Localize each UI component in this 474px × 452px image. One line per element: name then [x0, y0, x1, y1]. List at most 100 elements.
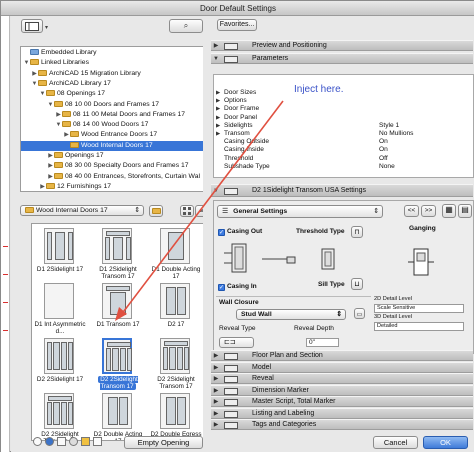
- library-item[interactable]: D2 2Sidelight Transom 17: [32, 391, 88, 440]
- disclosure-triangle-icon[interactable]: ▶: [216, 122, 220, 130]
- globe-icon[interactable]: [45, 437, 54, 446]
- object-thumbnail-grid[interactable]: D1 2Sidelight 17 D1 2Sidelight Transom 17…: [31, 223, 206, 441]
- object-icon[interactable]: [57, 437, 66, 446]
- parameter-row[interactable]: ▶ Sidelights Style 1: [214, 122, 473, 130]
- section-header[interactable]: ▶ Master Script, Total Marker: [211, 396, 473, 407]
- sill-type-button[interactable]: ⊔: [351, 278, 363, 290]
- library-tree[interactable]: Embedded Library ▼ Linked Libraries ▶ ArchiC…: [20, 46, 208, 192]
- reveal-depth-field[interactable]: 0": [306, 338, 339, 347]
- section-header[interactable]: ▶ Reveal: [211, 373, 473, 384]
- casing-in-checkbox[interactable]: ✓: [218, 284, 225, 291]
- parameter-row[interactable]: Threshold Off: [214, 155, 473, 163]
- parameter-row[interactable]: Subshade Type None: [214, 163, 473, 171]
- parameter-row[interactable]: ▶ Transom No Mullions: [214, 130, 473, 138]
- library-item[interactable]: D2 2Sidelight Transom 17: [148, 336, 204, 390]
- page-layout-alt-button[interactable]: ▤: [458, 204, 472, 218]
- disclosure-triangle-icon[interactable]: ▶: [47, 172, 54, 182]
- document-icon[interactable]: [93, 437, 102, 446]
- folder-icon: [62, 121, 71, 128]
- parameter-row[interactable]: ▶ Door Frame: [214, 105, 473, 113]
- disclosure-triangle-icon[interactable]: ▶: [216, 89, 220, 97]
- disclosure-triangle-icon[interactable]: ▶: [63, 130, 70, 140]
- tree-item[interactable]: ▶ 08 30 00 Specialty Doors and Frames 17: [21, 161, 207, 171]
- folder-select[interactable]: Wood Internal Doors 17 ⇕: [20, 205, 144, 216]
- page-layout-button[interactable]: ▦: [442, 204, 456, 218]
- chevron-down-icon[interactable]: ▾: [45, 24, 48, 31]
- tree-item[interactable]: ▼ Linked Libraries: [21, 58, 207, 68]
- parameter-row[interactable]: Casing Inside On: [214, 146, 473, 154]
- disclosure-triangle-icon[interactable]: ▶: [47, 161, 54, 171]
- library-item[interactable]: D1 Transom 17: [90, 281, 146, 335]
- detail-2d-select[interactable]: Scale Sensitive: [374, 304, 464, 313]
- disclosure-triangle-icon[interactable]: ▶: [55, 110, 62, 120]
- disclosure-triangle-icon[interactable]: ▼: [39, 89, 46, 99]
- tree-item[interactable]: Embedded Library: [21, 48, 207, 58]
- tree-item[interactable]: Wood Internal Doors 17: [21, 140, 207, 151]
- tree-item[interactable]: ▶ 08 11 00 Metal Doors and Frames 17: [21, 110, 207, 120]
- library-item[interactable]: D2 2Sidelight Transom 17: [90, 336, 146, 390]
- search-field[interactable]: ⌕: [169, 19, 203, 33]
- disclosure-triangle-icon[interactable]: ▶: [216, 105, 220, 113]
- section-object-settings[interactable]: ▼ D2 1Sidelight Transom USA Settings: [211, 184, 473, 197]
- library-item[interactable]: D1 2Sidelight Transom 17: [90, 226, 146, 280]
- casing-out-checkbox[interactable]: ✓: [218, 229, 225, 236]
- section-header[interactable]: ▶ Listing and Labeling: [211, 407, 473, 419]
- disclosure-triangle-icon[interactable]: ▼: [31, 79, 38, 89]
- tree-item[interactable]: ▼ 08 10 00 Doors and Frames 17: [21, 100, 207, 110]
- parameter-row[interactable]: ▶ Options: [214, 97, 473, 105]
- library-item[interactable]: D2 2Sidelight 17: [32, 336, 88, 390]
- section-header[interactable]: ▶ Model: [211, 361, 473, 373]
- disclosure-triangle-icon[interactable]: ▼: [23, 58, 30, 68]
- disclosure-triangle-icon[interactable]: ▶: [47, 151, 54, 161]
- library-item[interactable]: D1 2Sidelight 17: [32, 226, 88, 280]
- section-preview-and-positioning[interactable]: ▶ Preview and Positioning: [211, 40, 473, 51]
- library-item[interactable]: D1 Double Acting 17: [148, 226, 204, 280]
- disclosure-triangle-icon[interactable]: ▶: [216, 114, 220, 122]
- wall-closure-select[interactable]: Stud Wall ⇕: [236, 309, 346, 320]
- disclosure-triangle-icon[interactable]: ▶: [216, 97, 220, 105]
- tree-item[interactable]: ▶ Wood Entrance Doors 17: [21, 130, 207, 140]
- parameters-list[interactable]: Inject here. ▶ Door Sizes ▶ Options ▶ Door Fr…: [213, 74, 474, 178]
- disclosure-triangle-icon[interactable]: ▼: [47, 100, 54, 110]
- library-item[interactable]: D2 17: [148, 281, 204, 335]
- parameter-row[interactable]: Casing Outside On: [214, 138, 473, 146]
- previous-page-button[interactable]: <<: [404, 205, 419, 217]
- disclosure-triangle-icon[interactable]: ▶: [216, 130, 220, 138]
- section-header[interactable]: ▶ Dimension Marker: [211, 384, 473, 396]
- tree-item[interactable]: ▶ ArchiCAD 15 Migration Library: [21, 69, 207, 79]
- info-icon[interactable]: [69, 437, 78, 446]
- library-item[interactable]: D1 Int Asymmetric d...: [32, 281, 88, 335]
- tree-item[interactable]: ▼ 08 Openings 17: [21, 89, 207, 99]
- threshold-type-button[interactable]: ⊓: [351, 226, 363, 238]
- folder-button[interactable]: [149, 205, 163, 217]
- next-page-button[interactable]: >>: [421, 205, 436, 217]
- parameter-row[interactable]: ▶ Door Panel: [214, 114, 473, 122]
- tree-item[interactable]: ▼ 08 14 00 Wood Doors 17: [21, 120, 207, 130]
- parameter-row[interactable]: ▶ Door Sizes: [214, 89, 473, 97]
- disclosure-triangle-icon[interactable]: ▶: [39, 182, 46, 191]
- empty-opening-button[interactable]: Empty Opening: [124, 436, 203, 449]
- reveal-type-select[interactable]: ⊏⊐: [219, 337, 254, 348]
- tree-item[interactable]: ▶ Openings 17: [21, 151, 207, 161]
- ok-button[interactable]: OK: [423, 436, 468, 449]
- wall-closure-button[interactable]: ▭: [354, 308, 365, 319]
- cancel-button[interactable]: Cancel: [373, 436, 418, 449]
- library-item[interactable]: D2 Double Egress 17: [148, 391, 204, 440]
- folder-icon: [54, 162, 63, 169]
- icon-view-button[interactable]: [180, 205, 194, 217]
- tree-item[interactable]: ▼ ArchiCAD Library 17: [21, 79, 207, 89]
- disclosure-triangle-icon[interactable]: ▼: [55, 120, 62, 130]
- library-item[interactable]: D2 Double Acting 17: [90, 391, 146, 440]
- view-mode-button[interactable]: [21, 19, 43, 33]
- disclosure-triangle-icon[interactable]: ▶: [31, 69, 38, 79]
- section-parameters[interactable]: ▼ Parameters: [211, 53, 473, 64]
- tree-item[interactable]: ▶ 12 Furnishings 17: [21, 182, 207, 191]
- tree-item[interactable]: ▶ 08 40 00 Entrances, Storefronts, Curtai…: [21, 172, 207, 182]
- warning-icon[interactable]: [81, 437, 90, 446]
- detail-3d-select[interactable]: Detailed: [374, 322, 464, 331]
- library-manager-icon[interactable]: [33, 437, 42, 446]
- section-header[interactable]: ▶ Tags and Categories: [211, 419, 473, 430]
- favorites-button[interactable]: Favorites...: [217, 19, 257, 31]
- general-settings-select[interactable]: ☰ General Settings ⇕: [217, 205, 383, 218]
- section-header[interactable]: ▶ Floor Plan and Section: [211, 350, 473, 361]
